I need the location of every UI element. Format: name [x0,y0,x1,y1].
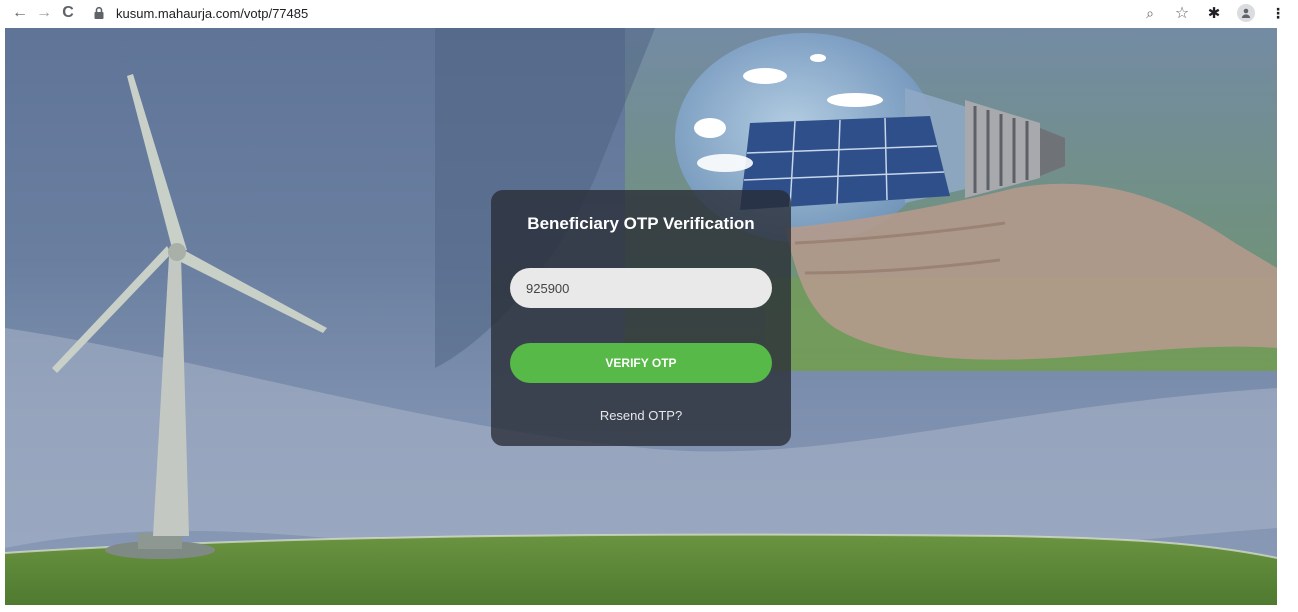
lock-icon [94,6,104,19]
arrow-right-icon: → [36,4,52,21]
reload-button[interactable]: C [58,3,78,23]
turbine-blade-right [177,248,327,333]
profile-button[interactable] [1236,3,1256,23]
zoom-icon: ⌕ [1146,4,1154,21]
back-button[interactable]: ← [10,3,30,23]
toolbar-actions: ⌕ ☆ ✱ ⋮ [1140,3,1288,23]
menu-button[interactable]: ⋮ [1268,3,1288,23]
puzzle-icon: ✱ [1207,5,1221,22]
resend-otp-link[interactable]: Resend OTP? [491,408,791,423]
card-title: Beneficiary OTP Verification [527,214,755,233]
page-viewport: Beneficiary OTP Verification VERIFY OTP … [5,28,1277,605]
verify-otp-button[interactable]: VERIFY OTP [510,343,772,383]
star-icon: ☆ [1174,5,1190,22]
kebab-menu-icon: ⋮ [1271,4,1285,21]
reload-icon: C [62,4,74,21]
turbine-hub [168,243,186,261]
otp-verification-card: Beneficiary OTP Verification VERIFY OTP … [491,190,791,446]
arrow-left-icon: ← [12,4,28,21]
zoom-button[interactable]: ⌕ [1140,3,1160,23]
address-bar[interactable]: kusum.mahaurja.com/votp/77485 [92,2,1092,24]
url-text: kusum.mahaurja.com/votp/77485 [116,5,309,21]
otp-input[interactable] [510,268,772,308]
browser-toolbar: ← → C kusum.mahaurja.com/votp/77485 ⌕ ☆ … [0,0,1298,26]
person-icon [1241,8,1251,18]
extensions-button[interactable]: ✱ [1204,3,1224,23]
forward-button[interactable]: → [34,3,54,23]
profile-icon [1237,4,1255,22]
turbine-blade-up [127,74,187,252]
bookmark-button[interactable]: ☆ [1172,3,1192,23]
